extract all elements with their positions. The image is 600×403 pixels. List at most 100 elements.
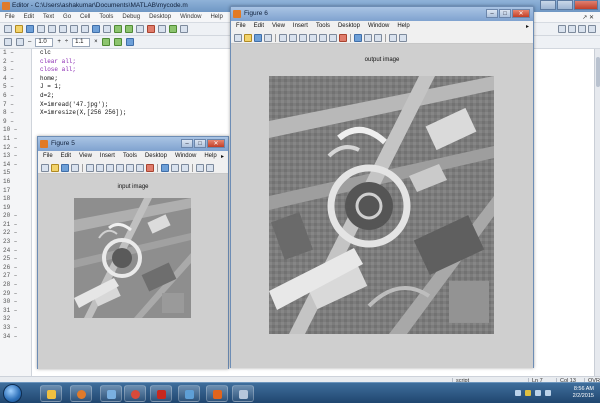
print-icon[interactable]	[264, 33, 272, 42]
redo-icon[interactable]	[81, 25, 89, 33]
menu-text[interactable]: Text	[43, 14, 54, 22]
open-file-icon[interactable]	[51, 163, 59, 172]
menu-tools[interactable]: Tools	[316, 23, 330, 32]
maximize-button[interactable]	[557, 0, 573, 10]
menu-help[interactable]: Help	[204, 153, 216, 162]
colorbar-icon[interactable]	[364, 33, 372, 42]
minimize-button[interactable]: –	[181, 139, 193, 148]
code-line[interactable]: X=imresize(X,[256 256]);	[34, 109, 234, 118]
code-line[interactable]: clear all;	[34, 58, 234, 67]
menu-tools[interactable]: Tools	[123, 153, 137, 162]
forward-icon[interactable]	[125, 25, 133, 33]
code-line[interactable]: close all;	[34, 66, 234, 75]
menu-dock-arrow-icon[interactable]: ▸	[221, 153, 224, 160]
menu-debug[interactable]: Debug	[122, 14, 140, 22]
menu-desktop[interactable]: Desktop	[338, 23, 360, 32]
show-cell-titles-icon[interactable]	[125, 38, 134, 46]
menu-desktop[interactable]: Desktop	[149, 14, 171, 22]
taskbar-clock[interactable]: 8:56 AM 2/2/2015	[573, 386, 594, 400]
menu-view[interactable]: View	[79, 153, 92, 162]
edit-plot-icon[interactable]	[279, 33, 287, 42]
menu-file[interactable]: File	[236, 23, 246, 32]
save-icon[interactable]	[26, 25, 34, 33]
data-cursor-icon[interactable]	[136, 163, 144, 172]
figure-5-title-bar[interactable]: Figure 5 – □ ✕	[38, 137, 228, 151]
rotate-icon[interactable]	[319, 33, 327, 42]
run-icon[interactable]	[169, 25, 177, 33]
edit-plot-icon[interactable]	[86, 163, 94, 172]
colorbar-icon[interactable]	[171, 163, 179, 172]
menu-window[interactable]: Window	[368, 23, 389, 32]
show-plot-tools-icon[interactable]	[206, 163, 214, 172]
zoom-out-icon[interactable]	[299, 33, 307, 42]
new-figure-icon[interactable]	[41, 163, 49, 172]
open-folder-icon[interactable]	[15, 25, 23, 33]
code-line[interactable]: clc	[34, 49, 234, 58]
cut-icon[interactable]	[37, 25, 45, 33]
menu-tools[interactable]: Tools	[99, 14, 113, 22]
dock-icon[interactable]	[588, 25, 596, 33]
code-line[interactable]: X=imread('47.jpg');	[34, 101, 234, 110]
close-button[interactable]: ✕	[207, 139, 225, 148]
tray-arrow-icon[interactable]	[515, 390, 521, 396]
menu-insert[interactable]: Insert	[100, 153, 115, 162]
hide-plot-tools-icon[interactable]	[196, 163, 204, 172]
tile-icon[interactable]	[558, 25, 566, 33]
hide-plot-tools-icon[interactable]	[389, 33, 397, 42]
eval-cell-icon[interactable]	[101, 38, 110, 46]
maximize-button[interactable]: □	[499, 9, 511, 18]
increment-button[interactable]: +	[57, 39, 61, 45]
undo-icon[interactable]	[70, 25, 78, 33]
menu-help[interactable]: Help	[397, 23, 409, 32]
divide-button[interactable]: ÷	[65, 39, 68, 45]
tray-volume-icon[interactable]	[545, 390, 551, 396]
menu-insert[interactable]: Insert	[293, 23, 308, 32]
taskbar-app-explorer[interactable]	[40, 385, 62, 402]
eval-advance-icon[interactable]	[113, 38, 122, 46]
tray-flag-icon[interactable]	[525, 390, 531, 396]
new-figure-icon[interactable]	[234, 33, 242, 42]
save-figure-icon[interactable]	[254, 33, 262, 42]
cell-mode-icon[interactable]	[4, 38, 12, 46]
code-line[interactable]: J = 1;	[34, 83, 234, 92]
menu-window[interactable]: Window	[180, 14, 201, 22]
find-icon[interactable]	[103, 25, 111, 33]
function-icon[interactable]	[136, 25, 144, 33]
start-button[interactable]	[3, 384, 22, 403]
menu-cell[interactable]: Cell	[80, 14, 90, 22]
multiplier-value-field[interactable]: 1.1	[72, 37, 91, 47]
brush-icon[interactable]	[146, 163, 154, 172]
pan-icon[interactable]	[309, 33, 317, 42]
back-icon[interactable]	[114, 25, 122, 33]
taskbar-app-files[interactable]	[100, 385, 122, 402]
taskbar-app-matlab[interactable]	[206, 385, 228, 402]
increment-value-field[interactable]: 1.0	[35, 37, 54, 47]
minimize-button[interactable]	[540, 0, 556, 10]
save-figure-icon[interactable]	[61, 163, 69, 172]
legend-icon[interactable]	[181, 163, 189, 172]
figure-6-title-bar[interactable]: Figure 6 – □ ✕	[231, 7, 533, 21]
stack-icon[interactable]	[180, 25, 188, 33]
menu-window[interactable]: Window	[175, 153, 196, 162]
menu-help[interactable]: Help	[210, 14, 222, 22]
minimize-button[interactable]: –	[486, 9, 498, 18]
copy-icon[interactable]	[48, 25, 56, 33]
close-button[interactable]	[574, 0, 598, 10]
menu-view[interactable]: View	[272, 23, 285, 32]
zoom-in-icon[interactable]	[289, 33, 297, 42]
menu-desktop[interactable]: Desktop	[145, 153, 167, 162]
menu-edit[interactable]: Edit	[24, 14, 34, 22]
link-plot-icon[interactable]	[354, 33, 362, 42]
taskbar-app-acrobat[interactable]	[150, 385, 172, 402]
tray-network-icon[interactable]	[535, 390, 541, 396]
split-vertical-icon[interactable]	[568, 25, 576, 33]
close-button[interactable]: ✕	[512, 9, 530, 18]
new-file-icon[interactable]	[4, 25, 12, 33]
breakpoint-icon[interactable]	[147, 25, 155, 33]
data-cursor-icon[interactable]	[329, 33, 337, 42]
legend-icon[interactable]	[374, 33, 382, 42]
pan-icon[interactable]	[116, 163, 124, 172]
multiply-button[interactable]: ×	[94, 39, 98, 45]
menu-file[interactable]: File	[5, 14, 15, 22]
menu-file[interactable]: File	[43, 153, 53, 162]
